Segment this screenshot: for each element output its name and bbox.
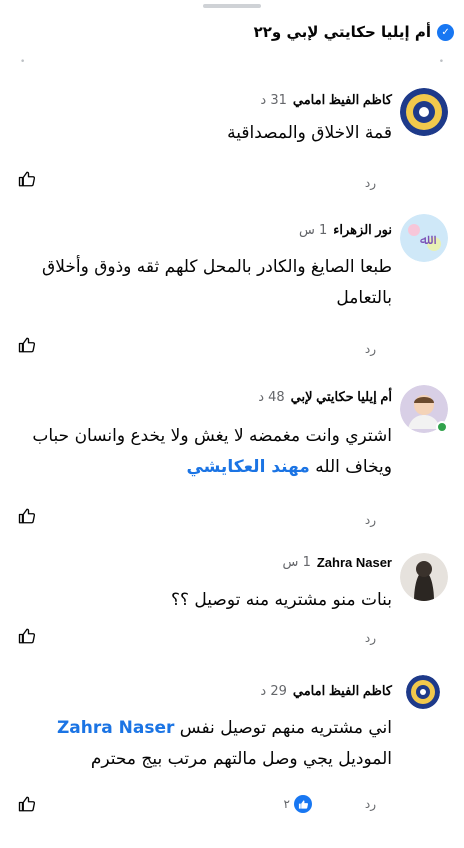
comment: Zahra Naser 1 س بنات منو مشتريه منه توصي…: [0, 553, 464, 663]
reply-button[interactable]: رد: [365, 797, 376, 811]
comment-text-line: الموديل يجي وصل مالتهم مرتب بيج محترم: [90, 749, 392, 769]
comment-text: بنات منو مشتريه منه توصيل ؟؟: [170, 590, 392, 610]
post-header: ✓ أم إيليا حكايتي لإبي و٢٢: [0, 14, 464, 50]
page-title[interactable]: أم إيليا حكايتي لإبي و٢٢: [254, 23, 431, 41]
comment-text: اشتري وانت مغمضه لا يغش ولا يخدع وانسان …: [12, 421, 392, 483]
comment: كاظم الفيظ امامي 31 د قمة الاخلاق والمصد…: [0, 88, 464, 198]
avatar[interactable]: ﷲ: [400, 214, 448, 262]
verified-badge-icon: ✓: [437, 23, 454, 41]
avatar[interactable]: [406, 675, 440, 709]
comment-author[interactable]: أم إيليا حكايتي لإبي: [291, 389, 392, 405]
thumbs-up-icon[interactable]: [18, 170, 36, 188]
comment-text-content: اني مشتريه منهم توصيل نفس: [179, 718, 392, 738]
comment-text: طبعا الصايغ والكادر بالمحل كلهم ثقه وذوق…: [42, 257, 392, 308]
mention-link[interactable]: مهند العكايشي: [186, 457, 309, 477]
comment-text: قمة الاخلاق والمصداقية: [227, 123, 392, 143]
online-status-indicator: [436, 421, 448, 433]
comment-text: اني مشتريه منهم توصيل نفس Zahra Naser ال…: [12, 713, 392, 775]
comment-author[interactable]: نور الزهراء: [333, 222, 392, 238]
comment-time[interactable]: 31 د: [260, 93, 286, 108]
avatar[interactable]: [400, 553, 448, 601]
reaction-count: ٢: [283, 797, 290, 811]
comment-time[interactable]: 1 س: [299, 223, 327, 238]
thumbs-up-icon[interactable]: [18, 795, 36, 813]
reply-button[interactable]: رد: [365, 631, 376, 645]
reply-button[interactable]: رد: [365, 513, 376, 527]
comment-time[interactable]: 48 د: [258, 390, 284, 405]
comment-text-line: اني مشتريه منهم توصيل نفس Zahra Naser: [12, 713, 392, 744]
comment-author[interactable]: Zahra Naser: [317, 555, 392, 570]
comment-author[interactable]: كاظم الفيظ امامي: [293, 683, 392, 699]
avatar[interactable]: [400, 88, 448, 136]
comment-time[interactable]: 29 د: [260, 684, 286, 699]
like-reaction-icon: [294, 795, 312, 813]
comment-author[interactable]: كاظم الفيظ امامي: [293, 92, 392, 108]
divider: • •: [20, 57, 444, 67]
thumbs-up-icon[interactable]: [18, 336, 36, 354]
thumbs-up-icon[interactable]: [18, 627, 36, 645]
comment-time[interactable]: 1 س: [283, 555, 311, 570]
comment: أم إيليا حكايتي لإبي 48 د اشتري وانت مغم…: [0, 385, 464, 535]
comment: ﷲ نور الزهراء 1 س طبعا الصايغ والكادر با…: [0, 214, 464, 364]
mention-link[interactable]: Zahra Naser: [57, 718, 174, 738]
reaction-summary[interactable]: ٢: [284, 795, 312, 813]
sheet-drag-handle[interactable]: [203, 4, 261, 8]
reply-button[interactable]: رد: [365, 342, 376, 356]
comment: كاظم الفيظ امامي 29 د اني مشتريه منهم تو…: [0, 675, 464, 825]
thumbs-up-icon[interactable]: [18, 507, 36, 525]
reply-button[interactable]: رد: [365, 176, 376, 190]
